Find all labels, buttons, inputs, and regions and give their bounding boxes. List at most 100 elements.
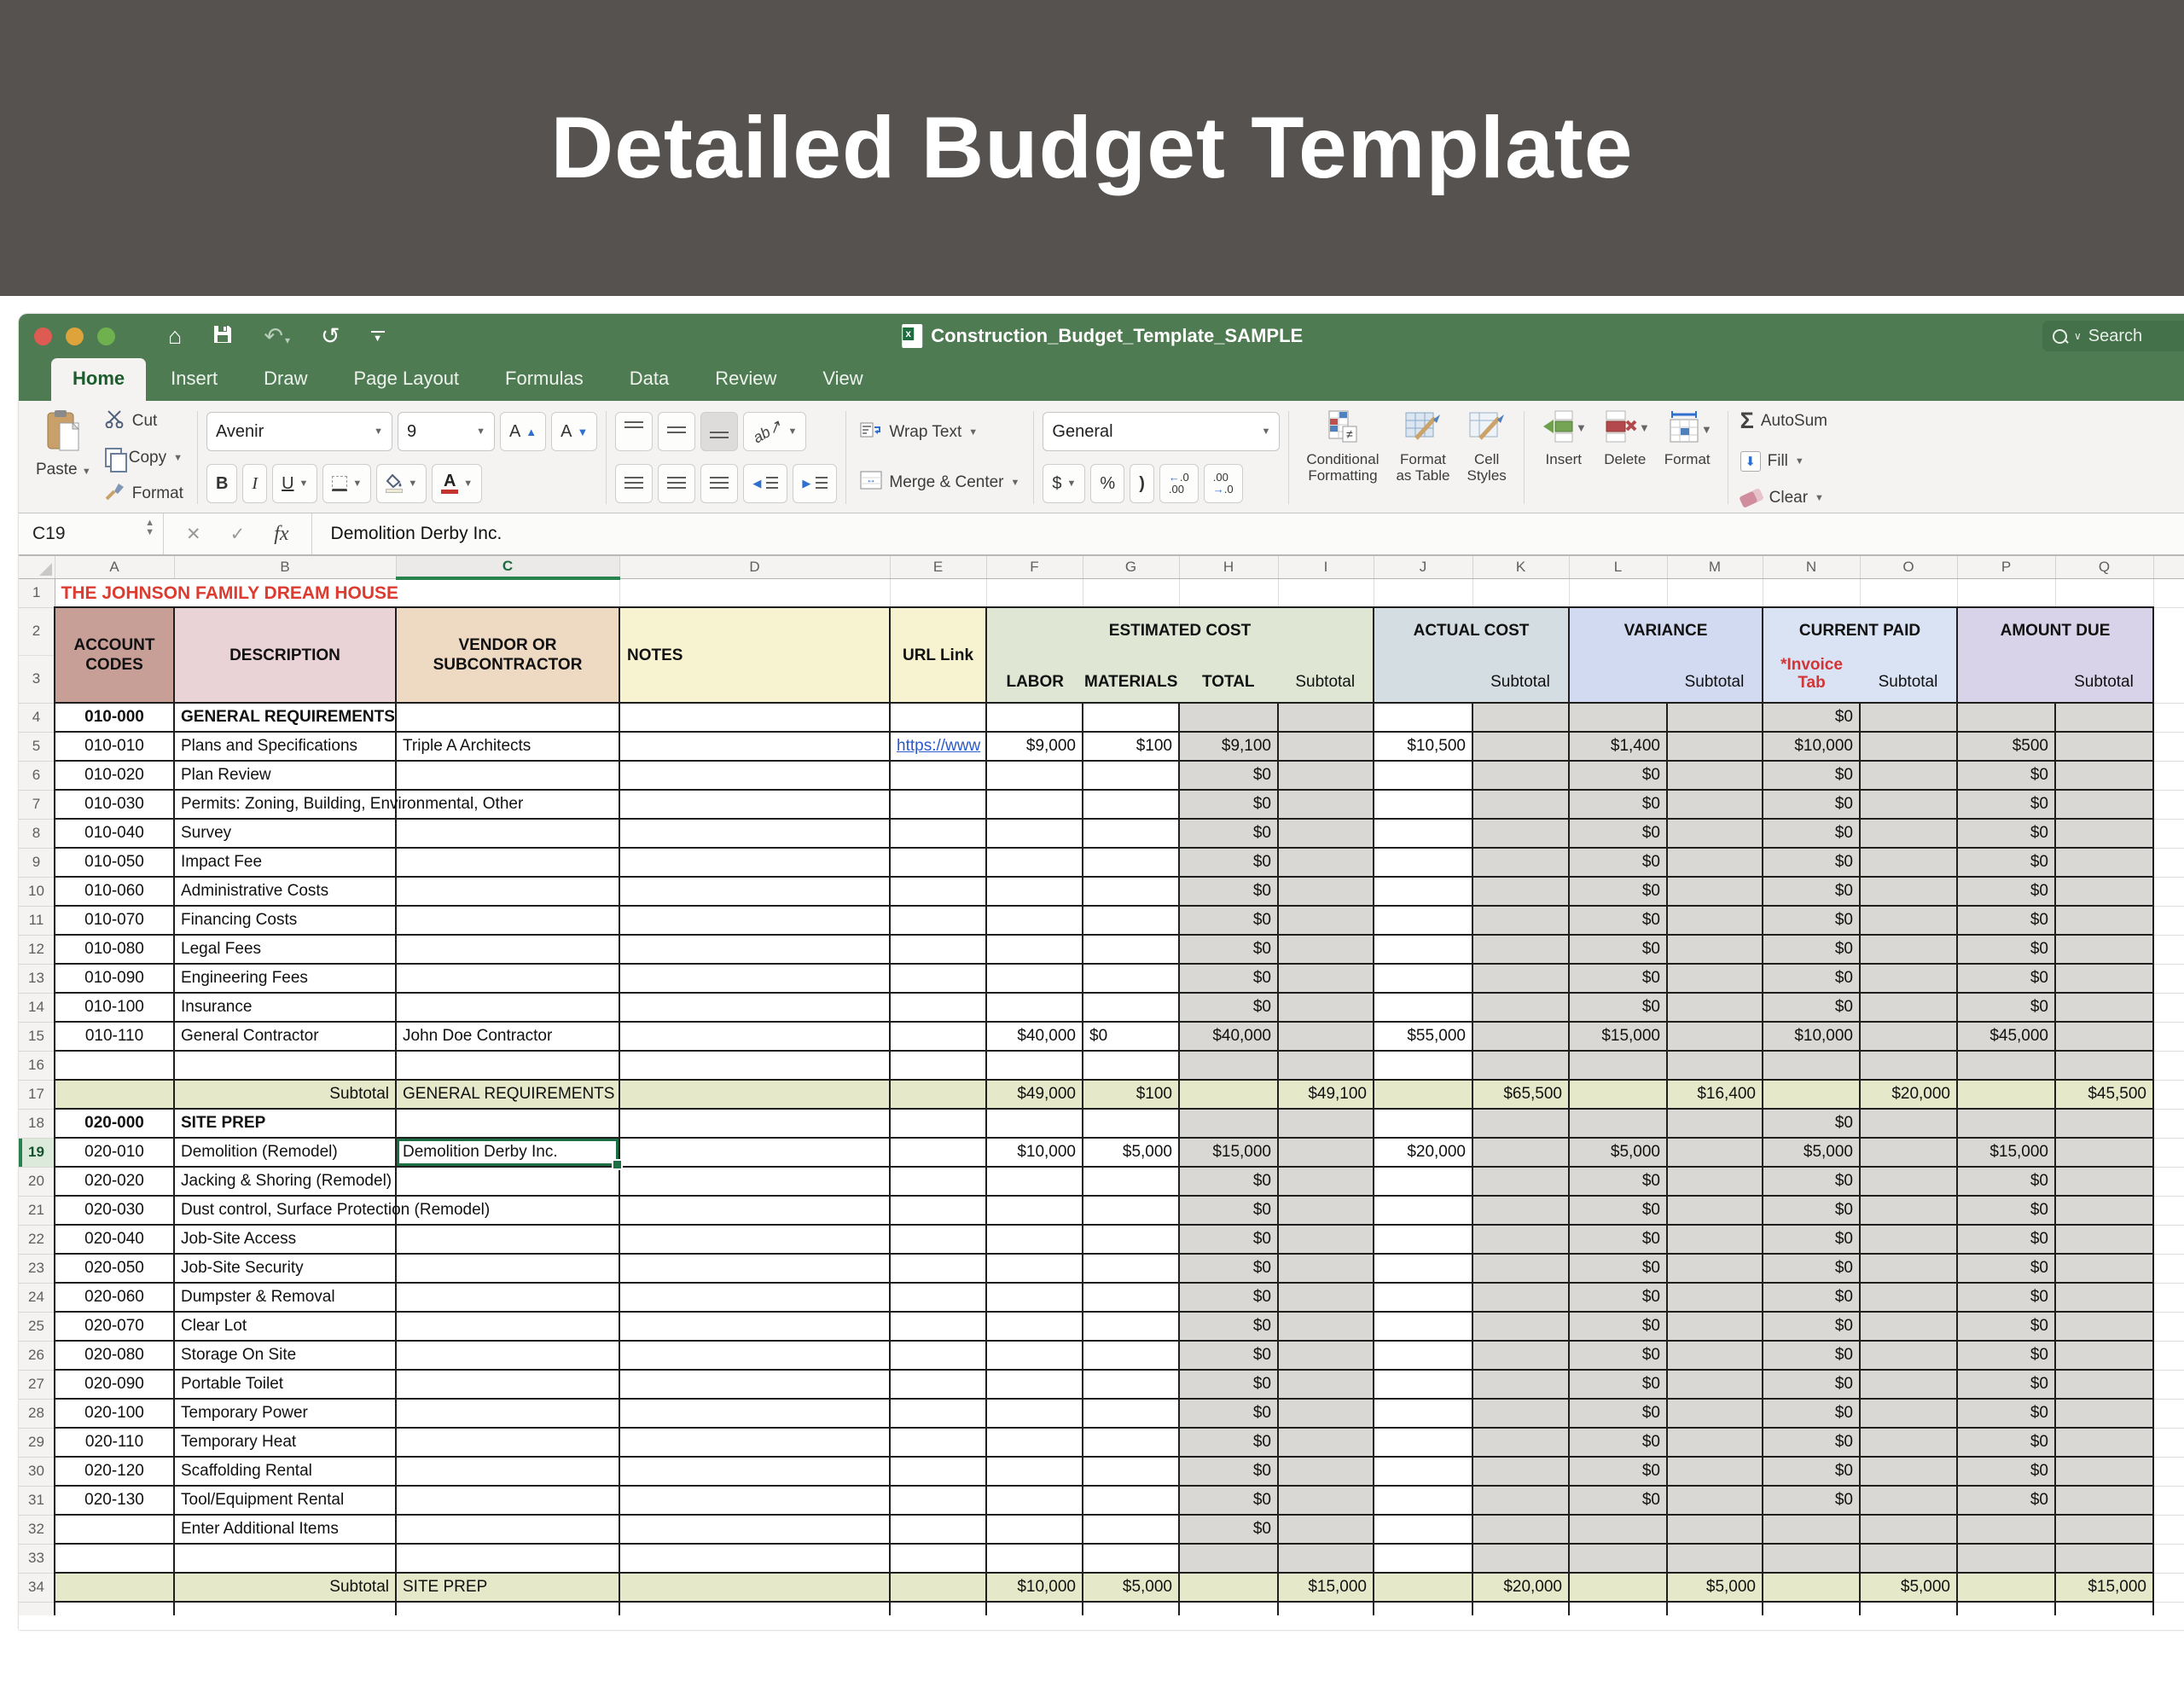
cell-M5[interactable] xyxy=(1667,732,1763,761)
cell-H20[interactable]: $0 xyxy=(1179,1167,1278,1196)
cell-L25[interactable]: $0 xyxy=(1569,1312,1667,1341)
cell-O16[interactable] xyxy=(1860,1051,1957,1080)
cell-E9[interactable] xyxy=(890,848,986,877)
row-header-17[interactable]: 17 xyxy=(19,1080,55,1109)
cell-L32[interactable] xyxy=(1569,1515,1667,1544)
cell-Q26[interactable] xyxy=(2055,1341,2153,1370)
cell-O28[interactable] xyxy=(1860,1399,1957,1428)
cell-B15[interactable]: General Contractor xyxy=(174,1022,396,1051)
close-button[interactable] xyxy=(34,328,52,345)
format-button[interactable]: ▼ Format xyxy=(1656,406,1719,509)
cell-R16[interactable] xyxy=(2153,1051,2184,1080)
cell-R4[interactable] xyxy=(2153,703,2184,732)
cell-Q25[interactable] xyxy=(2055,1312,2153,1341)
cell-B6[interactable]: Plan Review xyxy=(174,761,396,790)
cell-F32[interactable] xyxy=(986,1515,1083,1544)
cell-N32[interactable] xyxy=(1763,1515,1860,1544)
cell-D18[interactable] xyxy=(619,1109,890,1138)
cell-Q9[interactable] xyxy=(2055,848,2153,877)
cell-F7[interactable] xyxy=(986,790,1083,819)
cell-C25[interactable] xyxy=(396,1312,619,1341)
cell-R33[interactable] xyxy=(2153,1544,2184,1573)
cell-C20[interactable] xyxy=(396,1167,619,1196)
cell-H33[interactable] xyxy=(1179,1544,1278,1573)
cell-F29[interactable] xyxy=(986,1428,1083,1457)
align-left-button[interactable] xyxy=(615,464,653,503)
cell-C4[interactable] xyxy=(396,703,619,732)
cell-O22[interactable] xyxy=(1860,1225,1957,1254)
column-header-url-link[interactable]: URL Link xyxy=(890,607,986,703)
cell-P18[interactable] xyxy=(1957,1109,2055,1138)
column-header-I[interactable]: I xyxy=(1278,556,1374,578)
cell-Q22[interactable] xyxy=(2055,1225,2153,1254)
cell-F35[interactable] xyxy=(986,1602,1083,1615)
cell-A7[interactable]: 010-030 xyxy=(55,790,174,819)
cell-E4[interactable] xyxy=(890,703,986,732)
cell-B30[interactable]: Scaffolding Rental xyxy=(174,1457,396,1486)
cell-R18[interactable] xyxy=(2153,1109,2184,1138)
cell-I12[interactable] xyxy=(1278,935,1374,964)
zoom-button[interactable] xyxy=(97,328,115,345)
cell-E16[interactable] xyxy=(890,1051,986,1080)
cell-M25[interactable] xyxy=(1667,1312,1763,1341)
cell-H34[interactable] xyxy=(1179,1573,1278,1602)
cell-A35[interactable] xyxy=(55,1602,174,1615)
cell-N17[interactable] xyxy=(1763,1080,1860,1109)
cell-M28[interactable] xyxy=(1667,1399,1763,1428)
cell-E28[interactable] xyxy=(890,1399,986,1428)
cell-I22[interactable] xyxy=(1278,1225,1374,1254)
cell-H6[interactable]: $0 xyxy=(1179,761,1278,790)
cell-H14[interactable]: $0 xyxy=(1179,993,1278,1022)
cell-D22[interactable] xyxy=(619,1225,890,1254)
cell-R11[interactable] xyxy=(2153,906,2184,935)
cell-B22[interactable]: Job-Site Access xyxy=(174,1225,396,1254)
cell-E23[interactable] xyxy=(890,1254,986,1283)
cell-G18[interactable] xyxy=(1083,1109,1179,1138)
cell-M21[interactable] xyxy=(1667,1196,1763,1225)
format-as-table-button[interactable]: Formatas Table xyxy=(1387,406,1458,509)
cell-G30[interactable] xyxy=(1083,1457,1179,1486)
cell-P25[interactable]: $0 xyxy=(1957,1312,2055,1341)
cell-A18[interactable]: 020-000 xyxy=(55,1109,174,1138)
cell-I27[interactable] xyxy=(1278,1370,1374,1399)
cell-C16[interactable] xyxy=(396,1051,619,1080)
column-header-account-codes[interactable]: ACCOUNT CODES xyxy=(55,607,174,703)
cell-F16[interactable] xyxy=(986,1051,1083,1080)
cell-styles-button[interactable]: CellStyles xyxy=(1458,406,1514,509)
cell-J19[interactable]: $20,000 xyxy=(1374,1138,1472,1167)
cell-F4[interactable] xyxy=(986,703,1083,732)
cell-E26[interactable] xyxy=(890,1341,986,1370)
increase-indent-button[interactable]: ▶ xyxy=(793,464,837,503)
column-header-variance[interactable]: VARIANCESubtotal xyxy=(1569,607,1763,703)
cell-C10[interactable] xyxy=(396,877,619,906)
cell-K22[interactable] xyxy=(1472,1225,1569,1254)
cell-L11[interactable]: $0 xyxy=(1569,906,1667,935)
cell-E29[interactable] xyxy=(890,1428,986,1457)
cell-O35[interactable] xyxy=(1860,1602,1957,1615)
cell-M34[interactable]: $5,000 xyxy=(1667,1573,1763,1602)
cell-D32[interactable] xyxy=(619,1515,890,1544)
borders-button[interactable]: ▼ xyxy=(322,464,371,503)
cell-O25[interactable] xyxy=(1860,1312,1957,1341)
cell-F14[interactable] xyxy=(986,993,1083,1022)
cell-R25[interactable] xyxy=(2153,1312,2184,1341)
cell-O17[interactable]: $20,000 xyxy=(1860,1080,1957,1109)
cell-O27[interactable] xyxy=(1860,1370,1957,1399)
cell-K20[interactable] xyxy=(1472,1167,1569,1196)
row-header-35[interactable] xyxy=(19,1602,55,1615)
cell-G29[interactable] xyxy=(1083,1428,1179,1457)
cell-F6[interactable] xyxy=(986,761,1083,790)
cell-O30[interactable] xyxy=(1860,1457,1957,1486)
cell-D27[interactable] xyxy=(619,1370,890,1399)
cell-A24[interactable]: 020-060 xyxy=(55,1283,174,1312)
column-header-E[interactable]: E xyxy=(890,556,986,578)
cell-Q1[interactable] xyxy=(2055,578,2153,607)
cell-L34[interactable] xyxy=(1569,1573,1667,1602)
cell-J28[interactable] xyxy=(1374,1399,1472,1428)
cell-L33[interactable] xyxy=(1569,1544,1667,1573)
cell-R29[interactable] xyxy=(2153,1428,2184,1457)
cell-P13[interactable]: $0 xyxy=(1957,964,2055,993)
cell-F13[interactable] xyxy=(986,964,1083,993)
cell-F22[interactable] xyxy=(986,1225,1083,1254)
cell-Q15[interactable] xyxy=(2055,1022,2153,1051)
